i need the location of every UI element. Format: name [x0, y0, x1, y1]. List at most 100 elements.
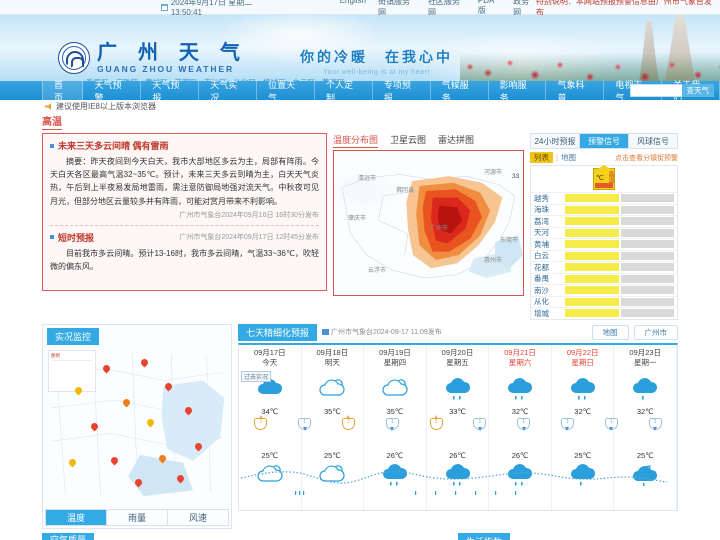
live-monitoring-panel: 实况监控 图例 温度 雨量 风速 [42, 323, 232, 529]
tab-rainfall[interactable]: 雨量 [107, 509, 168, 525]
air-quality-title[interactable]: 空气质量 [42, 532, 95, 540]
map-city-label: 广州市 [430, 226, 449, 232]
nav-item-impact-service[interactable]: 影响服务 [489, 80, 547, 103]
warning-table: ℃ 高温 越秀 海珠 荔湾 天河 黄埔 白云 花都 番禺 南沙 从化 增城 [530, 165, 678, 320]
nav-item-weather-warning[interactable]: 天气预警 [83, 80, 142, 103]
view-map-button[interactable]: 地图 [561, 152, 576, 163]
forecast-weekday-text: 星期五 [446, 358, 469, 368]
wind-arrow-icon: 1 [473, 417, 487, 431]
shower-icon [568, 377, 598, 403]
site-title-en: GUANG ZHOU WEATHER [97, 64, 234, 74]
nav-item-home[interactable]: 首页 [42, 80, 84, 103]
map-city-label: 云浮市 [368, 268, 387, 274]
table-row[interactable]: 从化 [531, 295, 677, 308]
partly-cloudy-icon [380, 377, 410, 401]
nowcast-item: 短时预报 广州市气象台2024年09月17日 12时45分发布 目前我市多云间晴… [50, 231, 319, 273]
sidebar-hint[interactable]: 点击查看分镇街预警 [615, 153, 678, 163]
forecast-low-temp: 25℃ [261, 450, 279, 460]
nav-item-location-weather[interactable]: 位置天气 [257, 80, 315, 103]
megaphone-icon [45, 103, 51, 110]
view-list-button[interactable]: 列表 [530, 152, 553, 163]
forecast-date-text: 09月22日 [566, 347, 599, 357]
map-view-button[interactable]: 地图 [591, 324, 629, 340]
wind-arrow-icon: 1 [648, 417, 662, 431]
district-name: 从化 [534, 297, 549, 307]
table-row[interactable]: 南沙 [531, 284, 677, 296]
seven-day-forecast-panel: 七天精细化预报 广州市气象台2024-09-17 11:09发布 地图 广州市 … [238, 323, 678, 529]
site-header: 广 州 天 气 GUANG ZHOU WEATHER 你的冷暖 在我心中 You… [0, 15, 720, 81]
tab-radar-mosaic[interactable]: 雷达拼图 [438, 133, 474, 148]
search-button[interactable]: 查天气 [681, 84, 714, 97]
table-row[interactable]: 天河 [531, 226, 677, 239]
wind-arrow-icon: 1 [385, 417, 399, 431]
district-name: 番禺 [534, 274, 549, 284]
district-name: 白云 [534, 251, 549, 261]
main-navigation: 首页 天气预警 天气预报 天气实况 位置天气 个人定制 专项预报 气候服务 影响… [0, 80, 720, 103]
forecast-weekday-text: 星期四 [383, 358, 407, 368]
forecast-date: 09月17日 今天 [239, 345, 301, 370]
nav-item-climate-service[interactable]: 气候服务 [431, 80, 489, 103]
air-quality-section: 空气质量 [42, 532, 232, 540]
slogan-sub: Your well-being is at my heart [323, 69, 430, 76]
forecast-weekday-text: 今天 [262, 358, 278, 368]
nav-item-weather-live[interactable]: 天气实况 [199, 80, 258, 103]
nav-item-personal-custom[interactable]: 个人定制 [315, 80, 373, 103]
live-monitoring-title[interactable]: 实况监控 [47, 327, 100, 345]
nav-item-special-forecast[interactable]: 专项预报 [373, 80, 431, 103]
forecast-date: 09月22日 星期日 [552, 345, 614, 370]
tab-24h-forecast[interactable]: 24小时预报 [531, 134, 580, 148]
shower-icon [630, 377, 660, 403]
table-row[interactable]: 番禺 [531, 272, 677, 285]
seven-day-body: 过去实况 09月17日 今天 34℃ 25℃ 09月18日 明天 35℃ 25℃… [238, 342, 678, 511]
forecast-weekday-text: 明天 [324, 358, 340, 368]
nav-item-weather-forecast[interactable]: 天气预报 [141, 80, 200, 103]
life-index-section: 生活指数 [238, 532, 678, 540]
forecast-summary-panel: 未来三天多云间晴 偶有雷雨 摘要：昨天夜间到今天白天，我市大部地区多云为主，局部… [42, 133, 327, 291]
table-row[interactable]: 海珠 [531, 203, 677, 216]
page-root: 2024年9月17日 星期二 13:50:41 English 街镇服务网 社区… [0, 0, 720, 540]
weather-search: 查天气 [629, 84, 714, 97]
nowcast-title[interactable]: 短时预报 [58, 231, 94, 244]
alert-heading[interactable]: 高温 [42, 113, 62, 130]
city-select-button[interactable]: 广州市 [633, 324, 678, 340]
table-row[interactable]: 黄埔 [531, 238, 677, 250]
life-index-title[interactable]: 生活指数 [458, 532, 511, 540]
tab-temperature-map[interactable]: 温度分布图 [333, 133, 379, 148]
table-row[interactable]: 增城 [531, 307, 677, 319]
site-title-cn: 广 州 天 气 [97, 40, 247, 64]
wind-indicator-row: 1 1 2 1 2 1 1 1 1 1 [239, 414, 677, 431]
guangzhou-weather-logo-icon [58, 42, 90, 74]
tab-temperature[interactable]: 温度 [46, 509, 107, 525]
tab-wind-ball-signal[interactable]: 风球信号 [629, 134, 677, 148]
map-panel: 温度分布图 卫星云图 雷达拼图 33 清远市 佛冈县 河源市 肇庆市 广州市 东… [333, 133, 524, 320]
temperature-trend-chart [240, 470, 668, 495]
wind-arrow-icon: 1 [254, 414, 268, 430]
main-content: 高温 未来三天多云间晴 偶有雷雨 摘要：昨天夜间到今天白天，我市大部地区多云为主… [0, 113, 720, 540]
map-temp-value: 33 [512, 173, 520, 180]
temperature-distribution-map[interactable]: 33 32 清远市 佛冈县 河源市 肇庆市 广州市 东莞市 惠州市 云浮市 [333, 150, 524, 296]
live-monitoring-map[interactable]: 图例 [45, 346, 229, 504]
tab-warning-signal[interactable]: 预警信号 [580, 134, 629, 148]
forecast-date: 09月18日 明天 [302, 345, 364, 370]
map-city-label: 惠州市 [484, 258, 503, 264]
tab-windspeed[interactable]: 风速 [168, 510, 228, 525]
nav-item-weather-science[interactable]: 气象科普 [546, 80, 605, 103]
table-row[interactable]: 白云 [531, 249, 677, 262]
table-row[interactable]: 荔湾 [531, 215, 677, 227]
forecast-date-text: 09月23日 [629, 347, 662, 357]
forecast-high-temp: 32℃ [636, 406, 654, 416]
search-input[interactable] [629, 84, 682, 97]
site-logo[interactable]: 广 州 天 气 GUANG ZHOU WEATHER [58, 42, 247, 74]
district-name: 越秀 [534, 193, 549, 203]
table-row[interactable]: 越秀 [531, 192, 677, 204]
sidebar-subtabs: 列表 | 地图 点击查看分镇街预警 [530, 152, 678, 163]
forecast-high-temp: 32℃ [574, 406, 592, 416]
seven-day-publish-text: 广州市气象台2024-09-17 11:09发布 [331, 329, 442, 336]
tab-satellite-cloud[interactable]: 卫星云图 [390, 133, 426, 148]
table-row[interactable]: 花都 [531, 261, 677, 273]
forecast-high-temp: 35℃ [386, 406, 404, 416]
forecast-date: 09月21日 星期六 [489, 345, 551, 370]
wind-arrow-icon: 2 [341, 414, 355, 430]
forecast-summary-title[interactable]: 未来三天多云间晴 偶有雷雨 [58, 139, 169, 152]
seven-day-title[interactable]: 七天精细化预报 [238, 323, 318, 341]
